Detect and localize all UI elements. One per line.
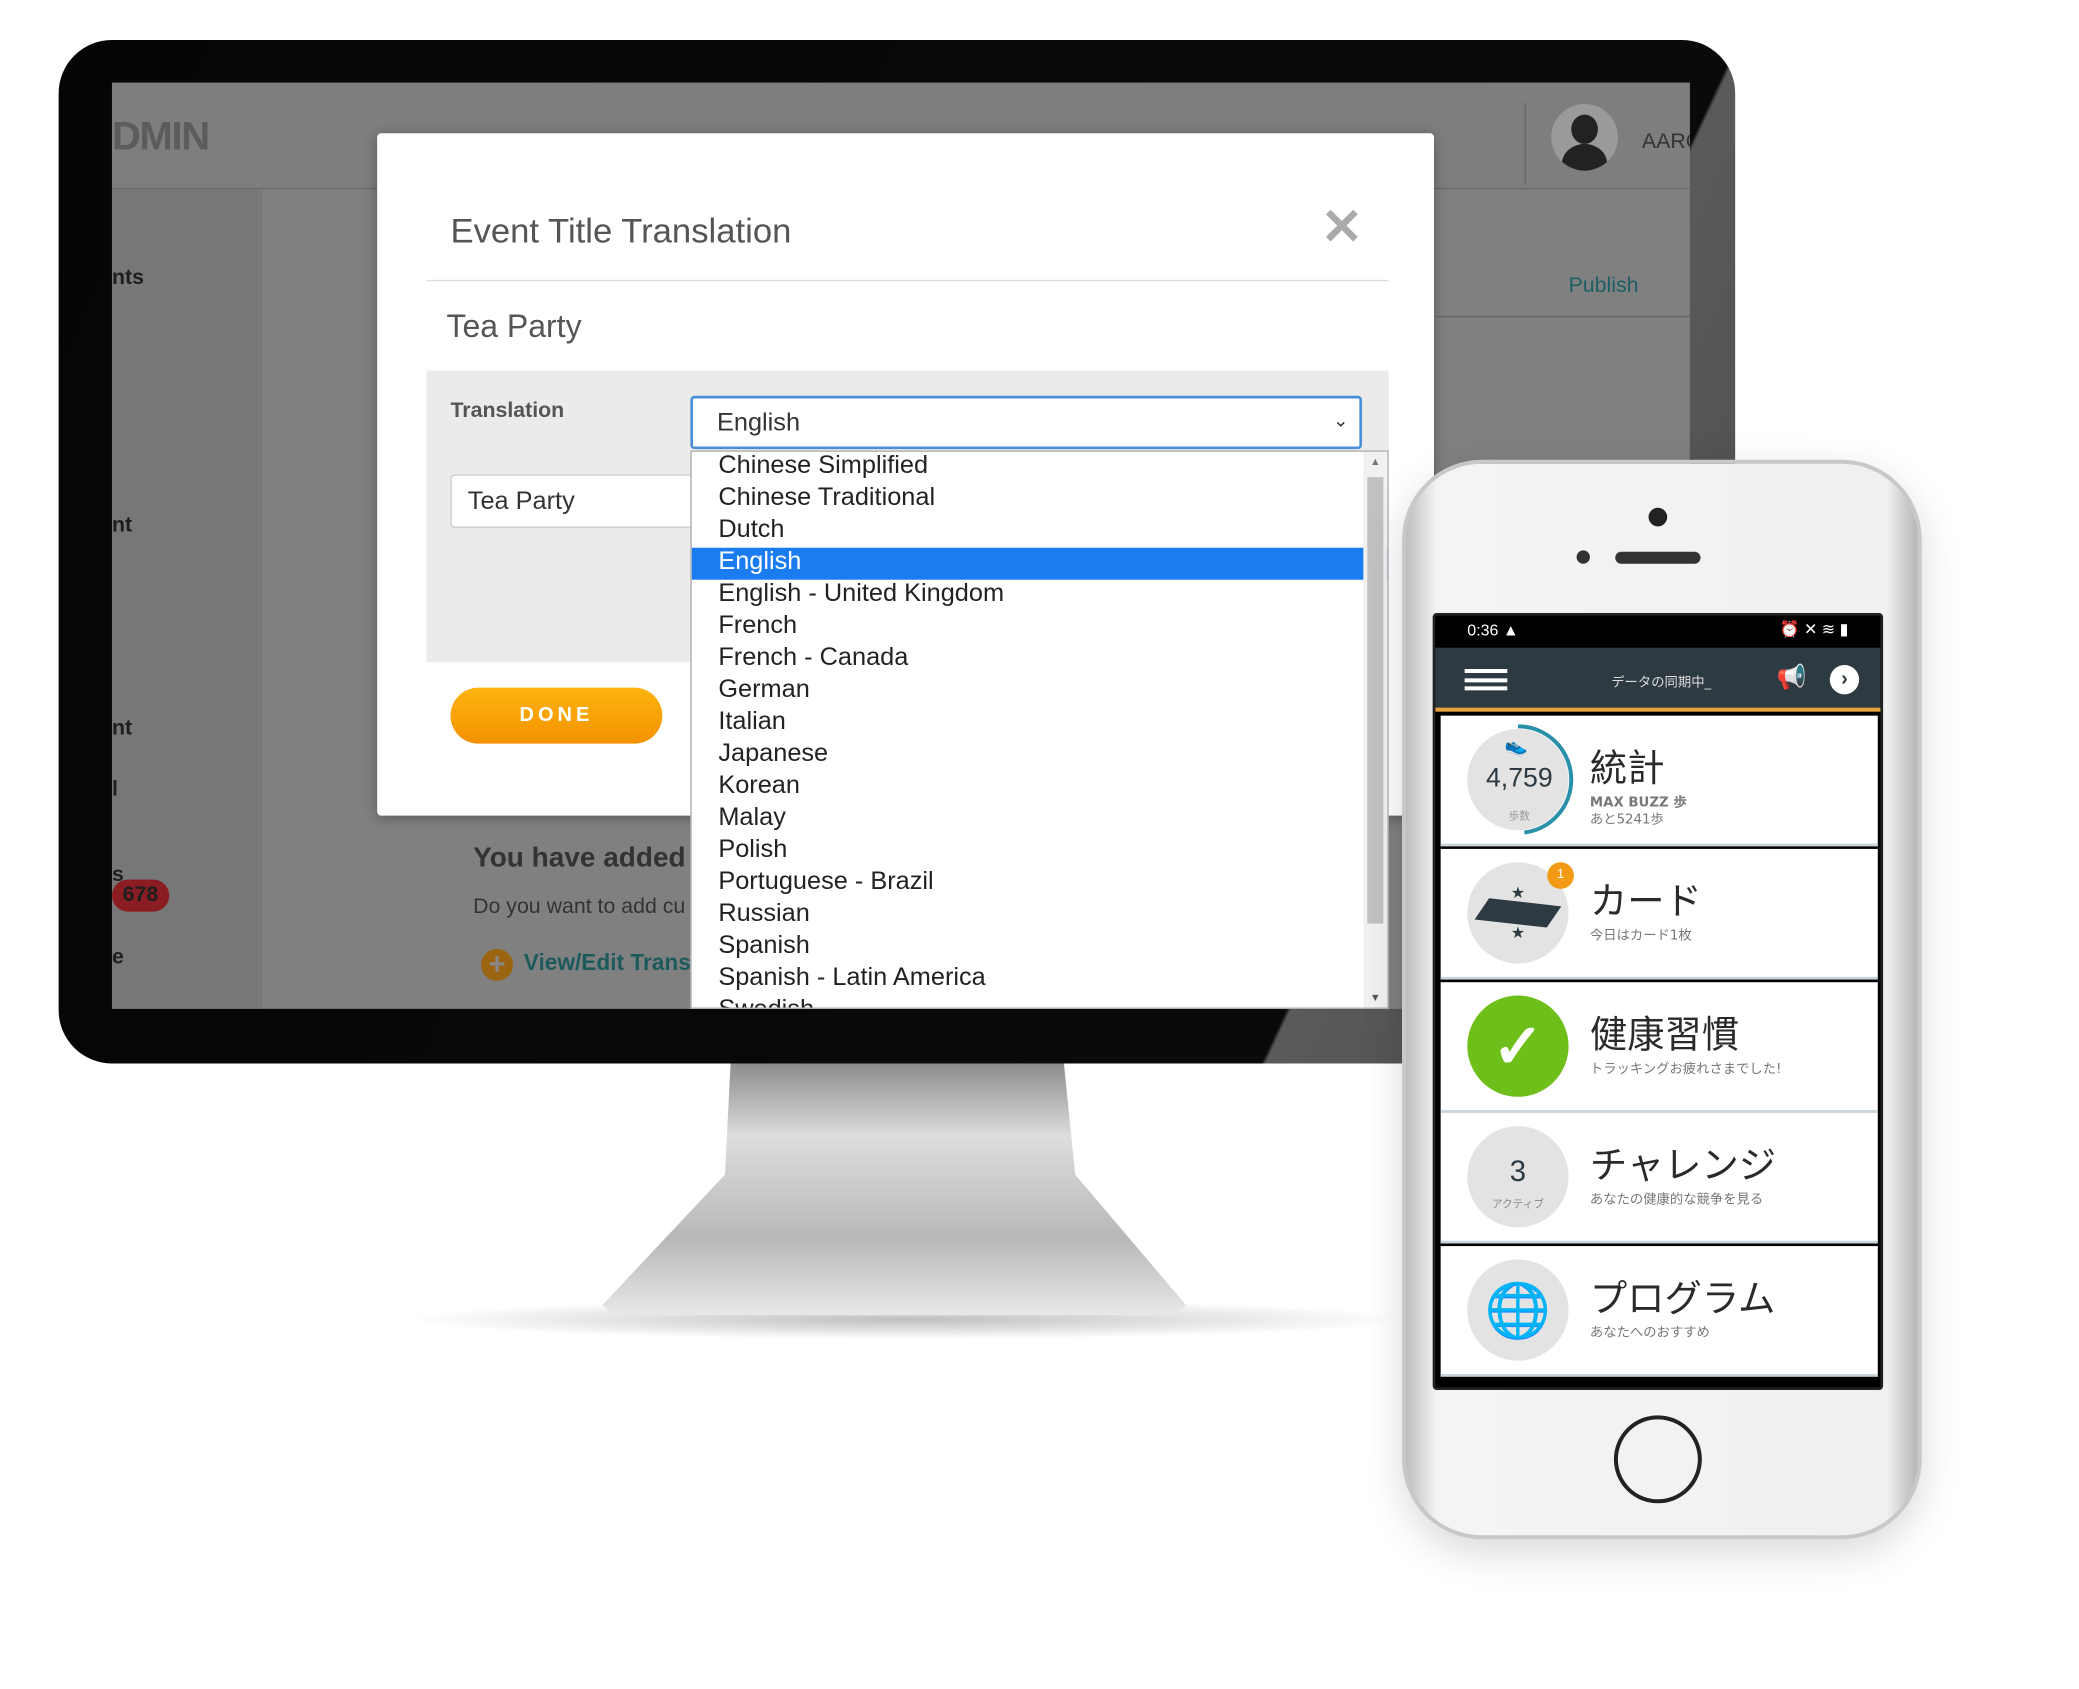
- background-text: Do you want to add cu: [473, 895, 686, 919]
- done-button[interactable]: DONE: [450, 687, 663, 744]
- sidebar-item[interactable]: nts: [112, 267, 144, 291]
- speaker-grille: [1615, 551, 1701, 564]
- home-button[interactable]: [1613, 1415, 1702, 1504]
- list-item-challenges[interactable]: 3 アクティブ チャレンジ あなたの健康的な競争を見る: [1440, 1112, 1878, 1244]
- event-name: Tea Party: [446, 309, 582, 346]
- sidebar-item[interactable]: e: [112, 946, 124, 970]
- language-select[interactable]: English ⌄: [690, 395, 1363, 450]
- language-option[interactable]: English - United Kingdom: [692, 580, 1388, 612]
- language-option[interactable]: French: [692, 612, 1388, 644]
- background-heading: You have added: [473, 842, 686, 873]
- row-title: プログラム: [1589, 1276, 1776, 1321]
- language-option[interactable]: Korean: [692, 772, 1388, 804]
- avatar-icon[interactable]: [1551, 103, 1618, 171]
- language-option[interactable]: English: [691, 547, 1388, 580]
- language-option[interactable]: German: [692, 676, 1388, 708]
- language-option[interactable]: Swedish: [692, 996, 1388, 1008]
- sidebar-item[interactable]: l: [112, 778, 118, 802]
- warning-icon: ▲: [1502, 621, 1519, 640]
- close-icon[interactable]: ✕: [1321, 197, 1363, 257]
- steps-value: 4,759: [1485, 763, 1553, 793]
- admin-logo: DMIN: [111, 114, 210, 159]
- row-title: チャレンジ: [1589, 1143, 1777, 1188]
- hamburger-menu-icon[interactable]: [1464, 669, 1508, 691]
- status-icons: ⏰ ✕ ≋ ▮: [1779, 619, 1849, 639]
- user-name[interactable]: AARO: [1642, 131, 1690, 155]
- challenges-count: 3 アクティブ: [1467, 1126, 1569, 1228]
- language-option[interactable]: Malay: [692, 804, 1388, 836]
- language-dropdown-list[interactable]: Chinese Simplified Chinese Traditional Dut…: [690, 450, 1389, 1009]
- row-subtitle: 今日はカード1枚: [1589, 928, 1692, 944]
- phone-screen: 0:36 ▲ ⏰ ✕ ≋ ▮ データの同期中_ 📢 › 👟 4,759 歩数 統…: [1432, 613, 1884, 1391]
- row-title: 健康習慣: [1589, 1012, 1740, 1057]
- language-option[interactable]: Russian: [692, 900, 1388, 932]
- sidebar-item[interactable]: nt: [112, 717, 132, 741]
- view-edit-translations-link[interactable]: View/Edit Trans: [524, 950, 691, 977]
- language-option[interactable]: French - Canada: [692, 644, 1388, 676]
- row-title: 統計: [1589, 746, 1665, 791]
- language-option[interactable]: Polish: [692, 836, 1388, 868]
- language-option[interactable]: Japanese: [692, 740, 1388, 772]
- row-title: カード: [1589, 879, 1702, 924]
- sensor-dot: [1576, 550, 1590, 564]
- language-option[interactable]: Chinese Traditional: [692, 484, 1388, 516]
- megaphone-icon[interactable]: 📢: [1776, 664, 1806, 692]
- status-bar: 0:36 ▲ ⏰ ✕ ≋ ▮: [1435, 615, 1881, 648]
- modal-title: Event Title Translation: [450, 210, 792, 251]
- language-option[interactable]: Italian: [692, 708, 1388, 740]
- app-header-title: データの同期中_: [1611, 675, 1712, 691]
- camera-icon: [1648, 507, 1668, 527]
- sidebar-item[interactable]: nt: [112, 514, 132, 538]
- tab-publish[interactable]: Publish: [1569, 275, 1639, 299]
- sidebar: nts nt nt l 678 s e: [111, 189, 263, 1009]
- plus-icon: +: [481, 948, 514, 981]
- list-item-habits[interactable]: ✓ 健康習慣 トラッキングお疲れさまでした!: [1440, 982, 1878, 1113]
- row-subtitle: あと5241歩: [1589, 812, 1664, 828]
- notification-badge: 1: [1547, 862, 1574, 889]
- list-item-programs[interactable]: 🌐 プログラム あなたへのおすすめ: [1440, 1246, 1878, 1377]
- translation-label: Translation: [450, 399, 565, 423]
- sidebar-item[interactable]: s: [112, 864, 124, 888]
- language-option[interactable]: Chinese Simplified: [692, 452, 1388, 484]
- checkmark-icon: ✓: [1467, 995, 1569, 1097]
- language-option[interactable]: Portuguese - Brazil: [692, 868, 1388, 900]
- language-option[interactable]: Dutch: [692, 516, 1388, 548]
- globe-icon: 🌐: [1467, 1259, 1569, 1361]
- list-item-cards[interactable]: ★ ★ 1 カード 今日はカード1枚: [1440, 848, 1878, 980]
- scrollbar[interactable]: ▲ ▼: [1363, 451, 1388, 1008]
- language-option[interactable]: Spanish: [692, 932, 1388, 964]
- steps-unit: 歩数: [1508, 810, 1530, 823]
- app-header: データの同期中_ 📢 ›: [1435, 647, 1881, 712]
- row-subtitle: あなたへのおすすめ: [1589, 1326, 1710, 1341]
- shoe-icon: 👟: [1504, 734, 1528, 756]
- translation-input[interactable]: Tea Party: [450, 474, 717, 528]
- list-item-stats[interactable]: 👟 4,759 歩数 統計 MAX BUZZ 歩 あと5241歩: [1440, 715, 1878, 847]
- row-subtitle: あなたの健康的な競争を見る: [1589, 1192, 1764, 1208]
- language-option[interactable]: Spanish - Latin America: [692, 964, 1388, 996]
- chevron-down-icon: ⌄: [1333, 409, 1349, 431]
- monitor-stand: [602, 1059, 1187, 1316]
- chevron-right-icon[interactable]: ›: [1829, 665, 1860, 695]
- row-subtitle: トラッキングお疲れさまでした!: [1589, 1062, 1782, 1077]
